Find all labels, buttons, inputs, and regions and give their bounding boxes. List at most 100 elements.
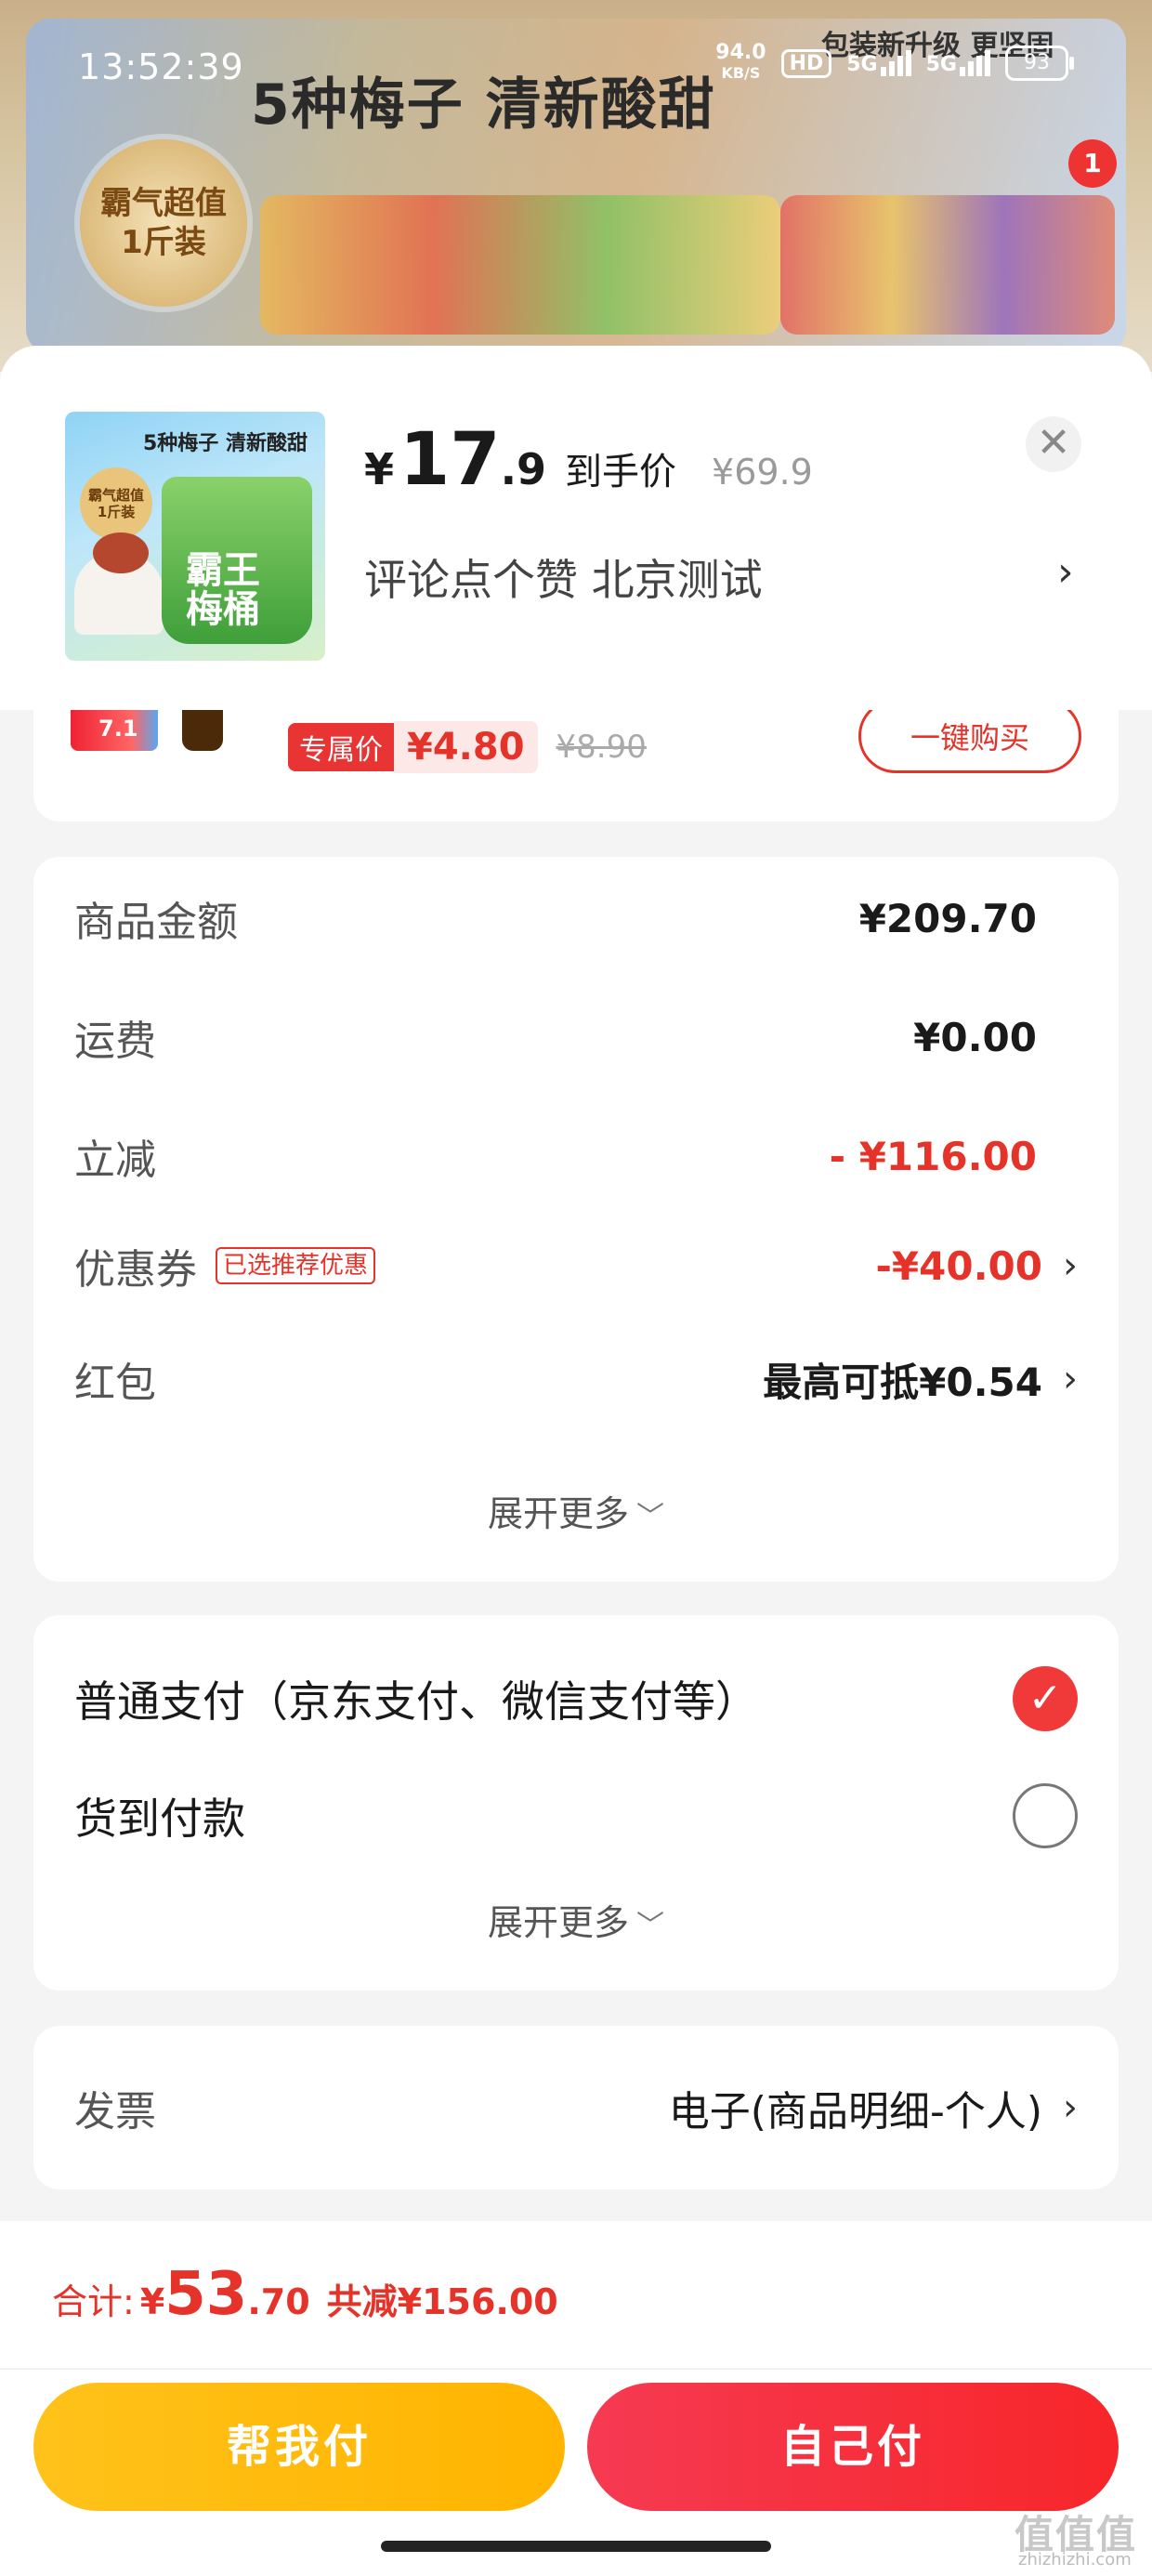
promo-tag-price: ¥4.80 bbox=[394, 721, 538, 773]
payment-option-label: 货到付款 bbox=[74, 1794, 245, 1844]
promo-tag-label: 专属价 bbox=[288, 723, 394, 771]
banner-badge: 霸气超值 1斤装 bbox=[80, 139, 247, 307]
price-integer: 17 bbox=[399, 418, 501, 502]
summary-row-shipping: 运费 ¥0.00 bbox=[74, 1009, 1078, 1066]
status-time: 13:52:39 bbox=[78, 46, 244, 87]
product-thumbnail: 5种梅子 清新酸甜 霸气超值 1斤装 霸王 梅桶 bbox=[65, 412, 325, 661]
network-speed-value: 94.0 bbox=[715, 41, 766, 64]
signal-icon-1: 5G bbox=[846, 50, 911, 76]
price-row: ¥ 17 .9 到手价 ¥69.9 bbox=[364, 418, 813, 502]
payment-option-normal[interactable]: 普通支付（京东支付、微信支付等） ✓ bbox=[74, 1662, 1078, 1736]
summary-value: - ¥116.00 bbox=[830, 1134, 1037, 1179]
home-indicator[interactable] bbox=[381, 2541, 771, 2552]
payment-option-cod[interactable]: 货到付款 bbox=[74, 1779, 1078, 1853]
thumb-badge-line1: 霸气超值 bbox=[87, 487, 144, 504]
signal-1-label: 5G bbox=[846, 53, 878, 76]
promo-image-bottle bbox=[182, 710, 223, 751]
original-price: ¥69.9 bbox=[712, 452, 813, 493]
self-pay-button[interactable]: 自己付 bbox=[587, 2383, 1119, 2511]
banner-badge-line1: 霸气超值 bbox=[100, 184, 227, 222]
expand-label: 展开更多 bbox=[487, 1493, 629, 1534]
banner-count-badge: 1 bbox=[1068, 139, 1117, 188]
promo-card: 7.1 专属价 ¥4.80 ¥8.90 一键购买 bbox=[33, 710, 1119, 821]
summary-label: 运费 bbox=[74, 1018, 156, 1065]
summary-value: -¥40.00 › bbox=[875, 1243, 1078, 1289]
summary-row-red-packet[interactable]: 红包 最高可抵¥0.54 › bbox=[74, 1351, 1078, 1407]
summary-value-text: ¥0.00 bbox=[913, 1014, 1037, 1060]
total-integer: 53 bbox=[164, 2260, 248, 2329]
chevron-down-icon: ﹀ bbox=[636, 1501, 664, 1533]
summary-value-text: - ¥116.00 bbox=[829, 1133, 1037, 1179]
battery-icon: 93 bbox=[1005, 46, 1074, 81]
payment-method-card: 普通支付（京东支付、微信支付等） ✓ 货到付款 展开更多 ﹀ bbox=[33, 1615, 1119, 1991]
invoice-value-text: 电子(商品明细-个人) bbox=[668, 2088, 1042, 2136]
checkmark-icon[interactable]: ✓ bbox=[1013, 1666, 1078, 1731]
chevron-right-icon[interactable]: › bbox=[1057, 548, 1074, 596]
price-symbol: ¥ bbox=[364, 444, 395, 494]
summary-label: 优惠券 已选推荐优惠 bbox=[74, 1236, 376, 1295]
summary-row-discount: 立减 - ¥116.00 bbox=[74, 1128, 1078, 1185]
close-button[interactable]: ✕ bbox=[1026, 416, 1081, 472]
invoice-value: 电子(商品明细-个人) › bbox=[669, 2078, 1078, 2137]
summary-label: 立减 bbox=[74, 1137, 156, 1184]
banner-candy-pile bbox=[260, 195, 780, 335]
coupon-value: -¥40.00 bbox=[875, 1242, 1042, 1289]
expand-more-payment[interactable]: 展开更多 ﹀ bbox=[33, 1894, 1119, 1945]
summary-value-text: ¥209.70 bbox=[858, 895, 1037, 941]
spec-selector[interactable]: 评论点个赞 北京测试 bbox=[364, 546, 763, 608]
close-icon: ✕ bbox=[1036, 419, 1071, 467]
banner-candy-right bbox=[780, 195, 1115, 335]
invoice-label: 发票 bbox=[74, 2088, 156, 2136]
chevron-right-icon: › bbox=[1063, 1244, 1078, 1287]
total-saved: 共减¥156.00 bbox=[326, 2281, 558, 2322]
thumb-fruit bbox=[93, 532, 149, 573]
total-prefix: 合计: bbox=[52, 2281, 135, 2322]
total-symbol: ¥ bbox=[139, 2281, 165, 2322]
total-decimal: .70 bbox=[247, 2281, 310, 2322]
chevron-down-icon: ﹀ bbox=[636, 1910, 664, 1942]
summary-value: 最高可抵¥0.54 › bbox=[763, 1351, 1078, 1408]
summary-row-coupon[interactable]: 优惠券 已选推荐优惠 -¥40.00 › bbox=[74, 1236, 1078, 1295]
price-tag: 到手价 bbox=[565, 451, 677, 493]
banner-title: 5种梅子 清新酸甜 bbox=[251, 72, 716, 138]
coupon-chip: 已选推荐优惠 bbox=[216, 1247, 376, 1284]
one-click-buy-button[interactable]: 一键购买 bbox=[858, 710, 1081, 773]
expand-label: 展开更多 bbox=[487, 1902, 629, 1943]
summary-label: 商品金额 bbox=[74, 899, 238, 946]
thumb-bucket-line2: 梅桶 bbox=[186, 588, 260, 631]
price-decimal: .9 bbox=[500, 444, 547, 494]
hd-icon: HD bbox=[780, 48, 832, 78]
expand-more-summary[interactable]: 展开更多 ﹀ bbox=[33, 1485, 1119, 1536]
thumb-badge-line2: 1斤装 bbox=[97, 504, 136, 520]
thumb-title: 5种梅子 清新酸甜 bbox=[143, 432, 308, 455]
promo-price-tag: 专属价 ¥4.80 ¥8.90 bbox=[288, 721, 647, 773]
thumb-badge: 霸气超值 1斤装 bbox=[80, 467, 152, 540]
status-icons: 94.0 KB/S HD 5G 5G 93 bbox=[715, 43, 1074, 84]
promo-original-price: ¥8.90 bbox=[556, 729, 647, 766]
promo-image-badge: 7.1 bbox=[71, 710, 158, 751]
summary-value: ¥0.00 bbox=[913, 1015, 1037, 1060]
thumb-bucket-line1: 霸王 bbox=[186, 549, 260, 592]
coupon-label: 优惠券 bbox=[74, 1246, 197, 1294]
chevron-right-icon: › bbox=[1063, 2086, 1078, 2129]
radio-empty-icon[interactable] bbox=[1013, 1783, 1078, 1848]
signal-2-label: 5G bbox=[925, 53, 957, 76]
banner-badge-line2: 1斤装 bbox=[121, 224, 206, 261]
invoice-row[interactable]: 发票 电子(商品明细-个人) › bbox=[74, 2080, 1078, 2136]
chevron-right-icon: › bbox=[1063, 1358, 1078, 1400]
signal-icon-2: 5G bbox=[926, 50, 990, 76]
total-line: 合计: ¥ 53 .70 共减¥156.00 bbox=[52, 2260, 558, 2329]
payment-option-label: 普通支付（京东支付、微信支付等） bbox=[74, 1676, 758, 1727]
thumb-bucket-text: 霸王 梅桶 bbox=[186, 551, 260, 629]
summary-label: 红包 bbox=[74, 1360, 156, 1407]
order-summary-card: 商品金额 ¥209.70 运费 ¥0.00 立减 - ¥116.00 优惠券 已… bbox=[33, 857, 1119, 1582]
help-pay-button[interactable]: 帮我付 bbox=[33, 2383, 565, 2511]
summary-row-goods: 商品金额 ¥209.70 bbox=[74, 890, 1078, 947]
network-speed-unit: KB/S bbox=[721, 64, 761, 82]
network-speed: 94.0 KB/S bbox=[715, 43, 766, 84]
divider bbox=[0, 2368, 1152, 2370]
summary-value: ¥209.70 bbox=[859, 896, 1037, 941]
red-packet-value: 最高可抵¥0.54 bbox=[763, 1359, 1042, 1405]
invoice-card[interactable]: 发票 电子(商品明细-个人) › bbox=[33, 2026, 1119, 2189]
watermark-url: zhizhizhi.com bbox=[1018, 2550, 1132, 2569]
